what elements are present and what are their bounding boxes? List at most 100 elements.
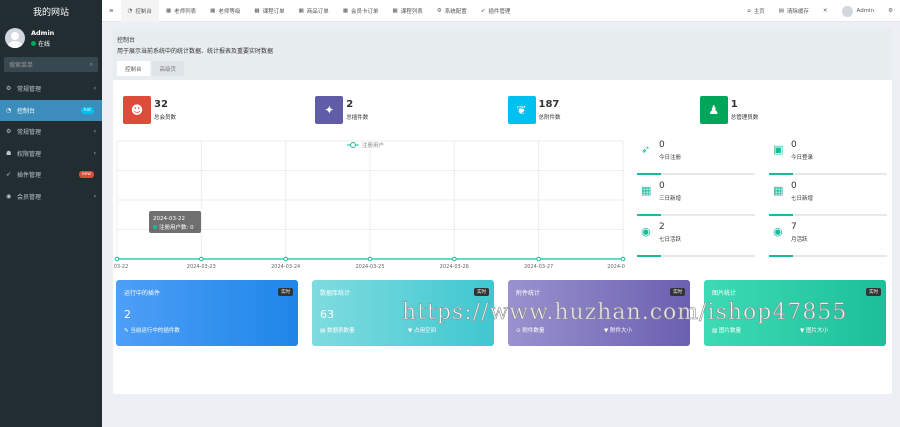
stat-addons: ✦ 2 总插件数 (315, 96, 507, 124)
menu-search-input[interactable]: 搜索菜单 ⌕ (4, 57, 98, 72)
data-point (114, 256, 120, 262)
stat-value: 32 (154, 99, 168, 110)
card-database: 数据库统计 实时 63 ▤ 数据表数量 ▼ 占用空间 (312, 280, 494, 346)
card-subtitle-text: 图片大小 (805, 328, 828, 334)
chart-svg: 注册用户 03-22 2024-03-23 2024-03-24 2024-03-25 2… (114, 140, 626, 270)
card-attachments: 附件统计 实时 ⊙ 附件数量 ▼ 附件大小 (508, 280, 690, 346)
tab-card-order[interactable]: ▦ 会员卡订单 (336, 0, 386, 22)
card-subtitle-text: 图片数量 (718, 328, 741, 334)
mini-stat-month-active: ◉ 7 月活跃 (769, 219, 887, 257)
tab-product-order[interactable]: ▦ 商品订单 (292, 0, 336, 22)
top-navbar: ≡ ◔ 控制台 ▦ 老师列表 ▦ 老师等级 ▦ 课程订单 ▦ 商品订单 ▦ 会员卡订单 ▦ 课… (102, 0, 900, 22)
card-subtitle-text: 数据表数量 (326, 328, 355, 334)
rocket-icon: ➶ (6, 171, 12, 179)
home-label: 主页 (753, 9, 765, 15)
mini-value: 2 (659, 222, 665, 232)
sidebar-item-auth[interactable]: ☗ 权限管理 ‹ (0, 143, 102, 165)
tab-course-order[interactable]: ▦ 课程订单 (247, 0, 291, 22)
mini-stat-today-login: ▣ 0 今日登录 (769, 137, 887, 175)
sidebar-item-label: 控制台 (17, 107, 36, 115)
user-name: Admin (31, 28, 55, 37)
tooltip-date: 2024-03-22 (153, 216, 185, 222)
dashboard-icon: ◔ (6, 106, 12, 114)
fullscreen-button[interactable]: ✕ (816, 0, 835, 22)
leaf-icon: ❦ (507, 96, 536, 124)
sidebar-item-member[interactable]: ◉ 会员管理 ‹ (0, 186, 102, 208)
stat-label: 总会员数 (154, 115, 177, 121)
chevron-left-icon: ‹ (93, 149, 96, 157)
brand-title[interactable]: 我的网站 (0, 0, 102, 22)
tab-addon-manage[interactable]: ➶ 插件管理 (474, 0, 518, 22)
tab-teacher-list[interactable]: ▦ 老师列表 (159, 0, 203, 22)
tab-dashboard-panel[interactable]: 控制台 (117, 61, 150, 76)
stat-admins: ♟ 1 总管理员数 (699, 96, 892, 124)
card-running-addons: 运行中的插件 实时 2 ✎ 当前运行中的插件数 (116, 280, 298, 346)
sidebar-item-general-2[interactable]: ⚙ 常规管理 ‹ (0, 121, 102, 143)
user-status-label: 在线 (38, 40, 51, 48)
stat-members: ☻ 32 总会员数 (123, 96, 315, 124)
sidebar-item-addon[interactable]: ➶ 插件管理 new (0, 164, 102, 186)
stats-row: ☻ 32 总会员数 ✦ 2 总插件数 ❦ 187 总附件数 ♟ 1 总管理员数 (113, 80, 892, 140)
card-subtitle: ▨ 图片数量 (712, 326, 741, 334)
x-tick-label: 2024-03-24 (271, 264, 300, 270)
mini-label: 月活跃 (791, 237, 808, 243)
x-tick-label: 2024-03-26 (440, 264, 469, 270)
mini-value: 0 (791, 140, 797, 150)
list-icon: ▦ (210, 7, 216, 14)
clear-cache-button[interactable]: ▤ 清除缓存 (772, 0, 816, 22)
users-icon: ☻ (123, 96, 151, 124)
underline-accent (637, 173, 661, 175)
sidebar-item-label: 会员管理 (17, 193, 42, 201)
search-icon: ⌕ (89, 60, 93, 68)
mini-value: 0 (659, 140, 665, 150)
sidebar-item-label: 插件管理 (17, 172, 42, 180)
trash-icon: ▤ (778, 8, 784, 14)
home-icon: ⌂ (747, 8, 751, 14)
home-link[interactable]: ⌂ 主页 (740, 0, 772, 22)
tab-dashboard[interactable]: ◔ 控制台 (120, 0, 159, 22)
chevron-left-icon: ‹ (93, 192, 96, 200)
sidebar-toggle-button[interactable]: ≡ (102, 0, 121, 22)
tab-teacher-level[interactable]: ▦ 老师等级 (203, 0, 247, 22)
card-title: 附件统计 (516, 290, 541, 297)
mini-label: 七日新增 (791, 196, 814, 202)
arrows-icon: ✕ (822, 8, 828, 14)
sidebar-item-general[interactable]: ⚙ 常规管理 ‹ (0, 78, 102, 100)
tab-course-list[interactable]: ▦ 课程列表 (386, 0, 430, 22)
x-tick-label: 2024-03-27 (524, 264, 553, 270)
group-icon: ☗ (6, 149, 12, 157)
x-tick-label: 2024-0 (607, 264, 625, 270)
card-subtitle: ⊙ 附件数量 (516, 326, 544, 334)
magic-icon: ✦ (315, 96, 344, 124)
sidebar-item-dashboard[interactable]: ◔ 控制台 hot (0, 99, 102, 121)
user-menu[interactable]: Admin (835, 0, 882, 22)
tab-advanced[interactable]: 高级页 (151, 61, 185, 76)
avatar (5, 28, 25, 48)
user-circle-icon: ◉ (6, 192, 12, 200)
tab-label: 控制台 (135, 8, 152, 15)
card-value: 63 (320, 308, 334, 321)
list-icon: ▦ (392, 7, 398, 14)
search-placeholder: 搜索菜单 (9, 62, 34, 69)
clear-cache-label: 清除缓存 (786, 9, 809, 15)
tab-label: 会员卡订单 (351, 8, 379, 15)
card-badge: 实时 (474, 288, 489, 296)
x-tick-label: 2024-03-23 (187, 264, 216, 270)
mini-label: 今日登录 (791, 155, 814, 161)
tab-system-config[interactable]: ⚙ 系统配置 (430, 0, 474, 22)
user-circle-icon: ◉ (641, 225, 651, 238)
underline-accent (769, 255, 793, 257)
main-content: 控制台 用于展示当前系统中的统计数据、统计报表及重要实时数据 控制台 高级页 ☻… (113, 29, 892, 394)
mini-stat-today-register: ➶ 0 今日注册 (637, 137, 755, 175)
mini-stat-three-day: ▦ 0 三日新增 (637, 178, 755, 216)
sidebar: 我的网站 Admin 在线 搜索菜单 ⌕ ⚙ 常规管理 ‹ ◔ 控制台 hot … (0, 0, 102, 427)
tab-label: 系统配置 (444, 8, 467, 15)
legend-marker (350, 142, 356, 148)
card-title: 图片统计 (712, 290, 737, 297)
settings-button[interactable]: ⚙ (881, 0, 900, 22)
stat-label: 总管理员数 (730, 115, 759, 121)
tab-label: 课程订单 (262, 8, 285, 15)
dashboard-icon: ◔ (127, 7, 133, 14)
mini-label: 七日活跃 (659, 237, 682, 243)
card-subtitle-2: ▼ 附件大小 (604, 326, 632, 334)
